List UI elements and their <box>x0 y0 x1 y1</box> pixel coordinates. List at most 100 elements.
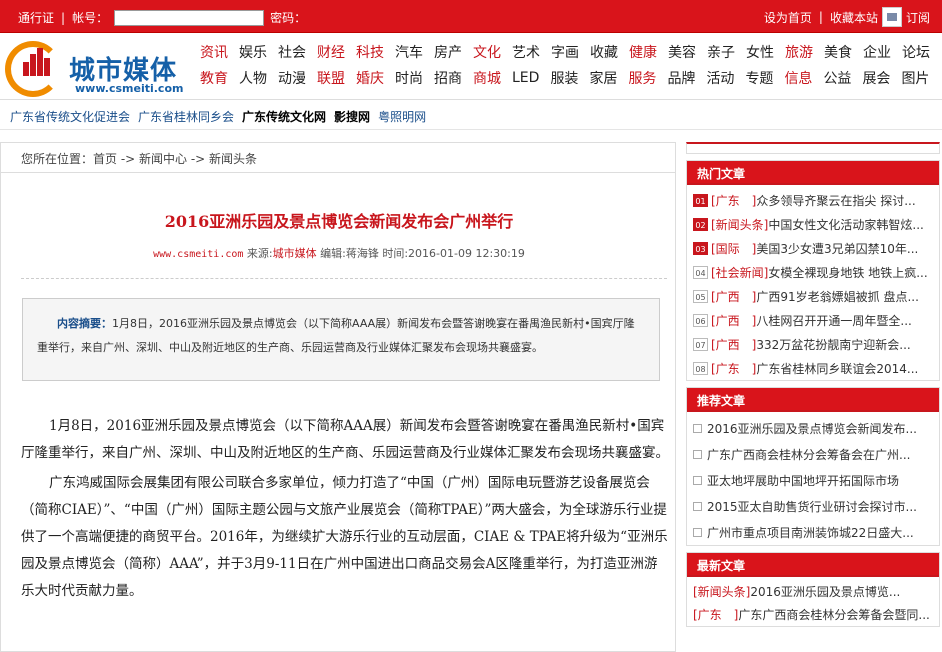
hot-item[interactable]: 05 [广西 ] 广西91岁老翁嫖娼被抓 盘点... <box>687 284 939 308</box>
rec-item[interactable]: 亚太地坪展助中国地坪开拓国际市场 <box>687 467 939 493</box>
nav-item[interactable]: 社会 <box>278 42 306 62</box>
partner-link[interactable]: 广东传统文化网 <box>242 108 326 125</box>
nav-item[interactable]: 品牌 <box>667 68 695 88</box>
partner-link[interactable]: 广东省桂林同乡会 <box>138 108 234 125</box>
new-item-title[interactable]: 广东广西商会桂林分会筹备会暨同... <box>738 606 929 623</box>
hot-item[interactable]: 06 [广西 ] 八桂网召开开通一周年暨全... <box>687 308 939 332</box>
subscribe-link[interactable]: 订阅 <box>906 9 930 26</box>
rec-item[interactable]: 广州市重点项目南洲装饰城22日盛大... <box>687 519 939 545</box>
category-tag[interactable]: [国际 ] <box>711 240 756 257</box>
nav-item[interactable]: 家居 <box>589 68 617 88</box>
nav-item[interactable]: 艺术 <box>512 42 540 62</box>
nav-item[interactable]: 服装 <box>550 68 578 88</box>
category-tag[interactable]: [广西 ] <box>711 312 756 329</box>
rank-badge: 07 <box>693 337 708 351</box>
category-tag[interactable]: [广西 ] <box>711 288 756 305</box>
nav-item[interactable]: 专题 <box>745 68 773 88</box>
nav-item[interactable]: 企业 <box>863 42 891 62</box>
nav-item[interactable]: LED <box>512 70 539 86</box>
nav-item[interactable]: 动漫 <box>278 68 306 88</box>
nav-item[interactable]: 信息 <box>784 68 812 88</box>
nav-item[interactable]: 字画 <box>551 42 579 62</box>
category-tag[interactable]: [广东 ] <box>711 360 756 377</box>
category-tag[interactable]: [社会新闻] <box>711 264 768 281</box>
set-home-link[interactable]: 设为首页 <box>764 9 812 26</box>
nav-item[interactable]: 娱乐 <box>239 42 267 62</box>
nav-item[interactable]: 财经 <box>317 42 345 62</box>
nav-item[interactable]: 女性 <box>746 42 774 62</box>
hot-item-title[interactable]: 众多领导齐聚云在指尖 探讨... <box>756 192 915 209</box>
nav-item[interactable]: 招商 <box>434 68 462 88</box>
hot-item-title[interactable]: 美国3少女遭3兄弟囚禁10年... <box>756 240 918 257</box>
nav-item[interactable]: 美食 <box>824 42 852 62</box>
hot-item-title[interactable]: 332万盆花扮靓南宁迎新会... <box>756 336 910 353</box>
rec-item-title[interactable]: 亚太地坪展助中国地坪开拓国际市场 <box>707 472 899 489</box>
nav-item[interactable]: 文化 <box>473 42 501 62</box>
hot-item-title[interactable]: 中国女性文化活动家韩智炫... <box>768 216 923 233</box>
hot-item-title[interactable]: 广西91岁老翁嫖娼被抓 盘点... <box>756 288 919 305</box>
nav-item[interactable]: 亲子 <box>707 42 735 62</box>
nav-item[interactable]: 教育 <box>200 68 228 88</box>
nav-item[interactable]: 婚庆 <box>356 68 384 88</box>
partner-link[interactable]: 影搜网 <box>334 108 370 125</box>
rec-item-title[interactable]: 广东广西商会桂林分会筹备会在广州... <box>707 446 910 463</box>
nav-item[interactable]: 时尚 <box>395 68 423 88</box>
account-input[interactable] <box>114 9 265 26</box>
divider <box>21 278 667 279</box>
nav-item[interactable]: 科技 <box>356 42 384 62</box>
rec-item[interactable]: 广东广西商会桂林分会筹备会在广州... <box>687 441 939 467</box>
category-tag[interactable]: [广东 ] <box>711 192 756 209</box>
hot-item[interactable]: 03 [国际 ] 美国3少女遭3兄弟囚禁10年... <box>687 236 939 260</box>
category-tag[interactable]: [广东 ] <box>693 606 738 623</box>
nav-item[interactable]: 房产 <box>434 42 462 62</box>
nav-item[interactable]: 资讯 <box>200 42 228 62</box>
logo[interactable]: 城市媒体 www.csmeiti.com <box>5 36 185 98</box>
pass-link[interactable]: 通行证 <box>18 9 54 26</box>
nav-item[interactable]: 公益 <box>823 68 851 88</box>
nav-item[interactable]: 美容 <box>668 42 696 62</box>
rec-item-title[interactable]: 2016亚洲乐园及景点博览会新闻发布... <box>707 420 917 437</box>
hot-item[interactable]: 08 [广东 ] 广东省桂林同乡联谊会2014... <box>687 356 939 380</box>
hot-title: 热门文章 <box>687 161 939 185</box>
meta-source[interactable]: 城市媒体 <box>273 247 317 260</box>
rec-item-title[interactable]: 广州市重点项目南洲装饰城22日盛大... <box>707 524 914 541</box>
rank-badge: 08 <box>693 361 708 375</box>
new-item[interactable]: [广东 ] 广东广西商会桂林分会筹备会暨同... <box>687 603 939 626</box>
paragraph: 广东鸿威国际会展集团有限公司联合多家单位，倾力打造了“中国（广州）国际电玩暨游艺… <box>21 475 668 599</box>
partner-link[interactable]: 广东省传统文化促进会 <box>10 108 130 125</box>
bullet-icon <box>693 423 702 433</box>
nav-item[interactable]: 汽车 <box>395 42 423 62</box>
nav-item[interactable]: 健康 <box>629 42 657 62</box>
hot-item[interactable]: 04 [社会新闻] 女模全裸现身地铁 地铁上疯... <box>687 260 939 284</box>
category-tag[interactable]: [新闻头条] <box>693 583 750 600</box>
rank-badge: 03 <box>693 241 708 255</box>
rec-item-title[interactable]: 2015亚太自助售货行业研讨会探讨市... <box>707 498 917 515</box>
hot-item-title[interactable]: 广东省桂林同乡联谊会2014... <box>756 360 918 377</box>
rec-item[interactable]: 2015亚太自助售货行业研讨会探讨市... <box>687 493 939 519</box>
rec-item[interactable]: 2016亚洲乐园及景点博览会新闻发布... <box>687 415 939 441</box>
hot-item[interactable]: 02 [新闻头条] 中国女性文化活动家韩智炫... <box>687 212 939 236</box>
hot-item[interactable]: 01 [广东 ] 众多领导齐聚云在指尖 探讨... <box>687 188 939 212</box>
nav-item[interactable]: 服务 <box>628 68 656 88</box>
new-item[interactable]: [新闻头条] 2016亚洲乐园及景点博览... <box>687 580 939 603</box>
nav-item[interactable]: 人物 <box>239 68 267 88</box>
nav-item[interactable]: 论坛 <box>902 42 930 62</box>
bookmark-link[interactable]: 收藏本站 <box>830 9 878 26</box>
nav-item[interactable]: 展会 <box>862 68 890 88</box>
hot-item-title[interactable]: 女模全裸现身地铁 地铁上疯... <box>768 264 927 281</box>
hot-item[interactable]: 07 [广西 ] 332万盆花扮靓南宁迎新会... <box>687 332 939 356</box>
new-item-title[interactable]: 2016亚洲乐园及景点博览... <box>750 583 900 600</box>
partner-link[interactable]: 粤照明网 <box>378 108 426 125</box>
nav-item[interactable]: 商城 <box>473 68 501 88</box>
nav-item[interactable]: 联盟 <box>317 68 345 88</box>
nav-item[interactable]: 图片 <box>901 68 929 88</box>
nav-item[interactable]: 活动 <box>706 68 734 88</box>
hot-item-title[interactable]: 八桂网召开开通一周年暨全... <box>756 312 911 329</box>
rss-icon[interactable] <box>881 7 902 27</box>
meta-site[interactable]: www.csmeiti.com <box>153 249 243 260</box>
header: 城市媒体 www.csmeiti.com 资讯 娱乐 社会 财经 科技 汽车 房产 文化 艺术字… <box>0 33 942 100</box>
nav-item[interactable]: 收藏 <box>590 42 618 62</box>
category-tag[interactable]: [广西 ] <box>711 336 756 353</box>
nav-item[interactable]: 旅游 <box>785 42 813 62</box>
category-tag[interactable]: [新闻头条] <box>711 216 768 233</box>
